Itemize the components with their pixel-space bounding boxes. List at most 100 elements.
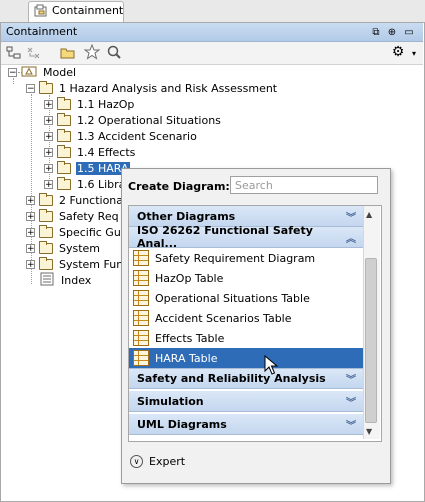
diagram-item[interactable]: Accident Scenarios Table <box>129 308 364 328</box>
collapse-all-icon[interactable] <box>6 45 22 61</box>
tree-label: Index <box>61 273 92 287</box>
tree-label: 1.2 Operational Situations <box>77 113 221 127</box>
folder-icon <box>57 112 71 126</box>
chevron-double-up-icon: ︽ <box>346 233 356 245</box>
category-label: UML Diagrams <box>137 417 227 431</box>
diagram-item-selected[interactable]: HARA Table <box>129 348 364 368</box>
category-uml-diagrams[interactable]: UML Diagrams ︾ <box>129 414 364 435</box>
table-icon <box>133 290 149 306</box>
tree-node[interactable]: + 2 Functional <box>26 192 127 208</box>
panel-title: Containment <box>6 25 78 38</box>
gear-icon[interactable]: ⚙ <box>390 44 406 60</box>
diagram-item-label: Operational Situations Table <box>155 291 310 305</box>
category-label: Other Diagrams <box>137 209 236 223</box>
category-iso-26262[interactable]: ISO 26262 Functional Safety Anal... ︽ <box>129 224 364 250</box>
diagram-item[interactable]: Effects Table <box>129 328 364 348</box>
diagram-item[interactable]: Safety Requirement Diagram <box>129 248 364 268</box>
folder-icon <box>39 256 53 270</box>
pin-icon[interactable]: ⊕ <box>384 24 400 40</box>
tree-node-index[interactable]: Index <box>39 272 92 288</box>
folder-icon <box>39 208 53 222</box>
expand-all-icon[interactable] <box>26 45 42 61</box>
category-label: Simulation <box>137 394 204 408</box>
expert-toggle[interactable]: ∨ Expert <box>130 455 185 468</box>
scroll-down-arrow-icon[interactable]: ▼ <box>366 427 372 436</box>
chevron-double-down-icon: ︾ <box>346 212 356 224</box>
tree-label: Safety Req <box>59 209 119 223</box>
folder-icon <box>39 80 53 94</box>
expand-icon[interactable]: + <box>26 259 35 269</box>
tree-node-hara-package[interactable]: − 1 Hazard Analysis and Risk Assessment <box>26 80 278 96</box>
tree-label: 1.4 Effects <box>77 145 136 159</box>
tree-node[interactable]: + 1.6 Libra <box>44 176 126 192</box>
table-icon <box>133 310 149 326</box>
folder-icon <box>57 128 71 142</box>
safety-requirement-diagram-icon <box>133 250 149 266</box>
expand-icon[interactable]: + <box>44 131 53 141</box>
tree-label: 1 Hazard Analysis and Risk Assessment <box>59 81 278 95</box>
diagram-search-input[interactable] <box>230 176 378 194</box>
collapse-icon[interactable]: − <box>26 83 35 93</box>
chevron-down-icon[interactable]: ▾ <box>406 45 422 61</box>
table-icon <box>133 350 149 366</box>
diagram-item-label: Safety Requirement Diagram <box>155 251 316 265</box>
model-package-icon <box>21 65 37 80</box>
folder-icon <box>39 240 53 254</box>
expand-icon[interactable]: + <box>44 115 53 125</box>
chevron-double-down-icon: ︾ <box>346 397 356 409</box>
tree-label: System <box>59 241 101 255</box>
diagram-item-label: HARA Table <box>155 351 218 365</box>
scroll-up-arrow-icon[interactable]: ▲ <box>366 210 372 219</box>
expand-icon[interactable]: + <box>26 211 35 221</box>
category-label: Safety and Reliability Analysis <box>137 372 326 385</box>
tree-node[interactable]: + 1.1 HazOp <box>44 96 135 112</box>
folder-icon <box>57 96 71 110</box>
tree-label: Model <box>43 65 77 79</box>
tree-node-selected[interactable]: + 1.5 HARA <box>44 160 130 176</box>
tree-node[interactable]: + 1.3 Accident Scenario <box>44 128 198 144</box>
restore-icon[interactable]: ⧉ <box>368 24 384 40</box>
expand-icon[interactable]: + <box>26 227 35 237</box>
tree-node[interactable]: + System Fun <box>26 256 124 272</box>
tree-label: 1.1 HazOp <box>77 97 135 111</box>
scrollbar-thumb[interactable] <box>365 258 377 423</box>
create-diagram-label: Create Diagram: <box>128 180 230 193</box>
table-icon <box>133 270 149 286</box>
expand-icon[interactable]: + <box>44 179 53 189</box>
tree-node[interactable]: + System <box>26 240 101 256</box>
expand-icon[interactable]: + <box>44 147 53 157</box>
expert-label: Expert <box>149 455 186 468</box>
diagram-item[interactable]: Operational Situations Table <box>129 288 364 308</box>
folder-icon <box>57 160 71 174</box>
expand-icon[interactable]: + <box>26 243 35 253</box>
open-folder-icon[interactable] <box>60 45 76 61</box>
collapse-icon[interactable]: − <box>8 67 17 77</box>
expand-icon[interactable]: + <box>44 99 53 109</box>
category-safety-reliability[interactable]: Safety and Reliability Analysis ︾ <box>129 368 364 389</box>
tree-node[interactable]: + 1.4 Effects <box>44 144 136 160</box>
tree-node-model[interactable]: − Model <box>8 64 77 80</box>
diagram-item-label: HazOp Table <box>155 271 224 285</box>
chevron-double-down-icon: ︾ <box>346 375 356 386</box>
diagram-item[interactable]: HazOp Table <box>129 268 364 288</box>
minimize-icon[interactable]: ▭ <box>401 24 417 40</box>
document-icon <box>39 272 55 289</box>
search-icon[interactable] <box>106 44 122 60</box>
tree-label: Specific Gui <box>59 225 124 239</box>
diagram-item-label: Effects Table <box>155 331 225 345</box>
category-simulation[interactable]: Simulation ︾ <box>129 391 364 412</box>
tree-node[interactable]: + 1.2 Operational Situations <box>44 112 222 128</box>
tree-label: 1.6 Libra <box>77 177 126 191</box>
tree-node[interactable]: + Specific Gui <box>26 224 125 240</box>
diagram-item-label: Accident Scenarios Table <box>155 311 292 325</box>
favorite-star-icon[interactable] <box>84 44 100 60</box>
expand-icon[interactable]: + <box>26 195 35 205</box>
expand-icon[interactable]: + <box>44 163 53 173</box>
chevron-double-down-icon: ︾ <box>346 420 356 432</box>
tree-node[interactable]: + Safety Req <box>26 208 120 224</box>
tree-label: 1.3 Accident Scenario <box>77 129 197 143</box>
category-label: ISO 26262 Functional Safety Anal... <box>137 224 313 250</box>
tree-label: System Fun <box>59 257 124 271</box>
tree-label: 2 Functional <box>59 193 127 207</box>
folder-icon <box>57 144 71 158</box>
